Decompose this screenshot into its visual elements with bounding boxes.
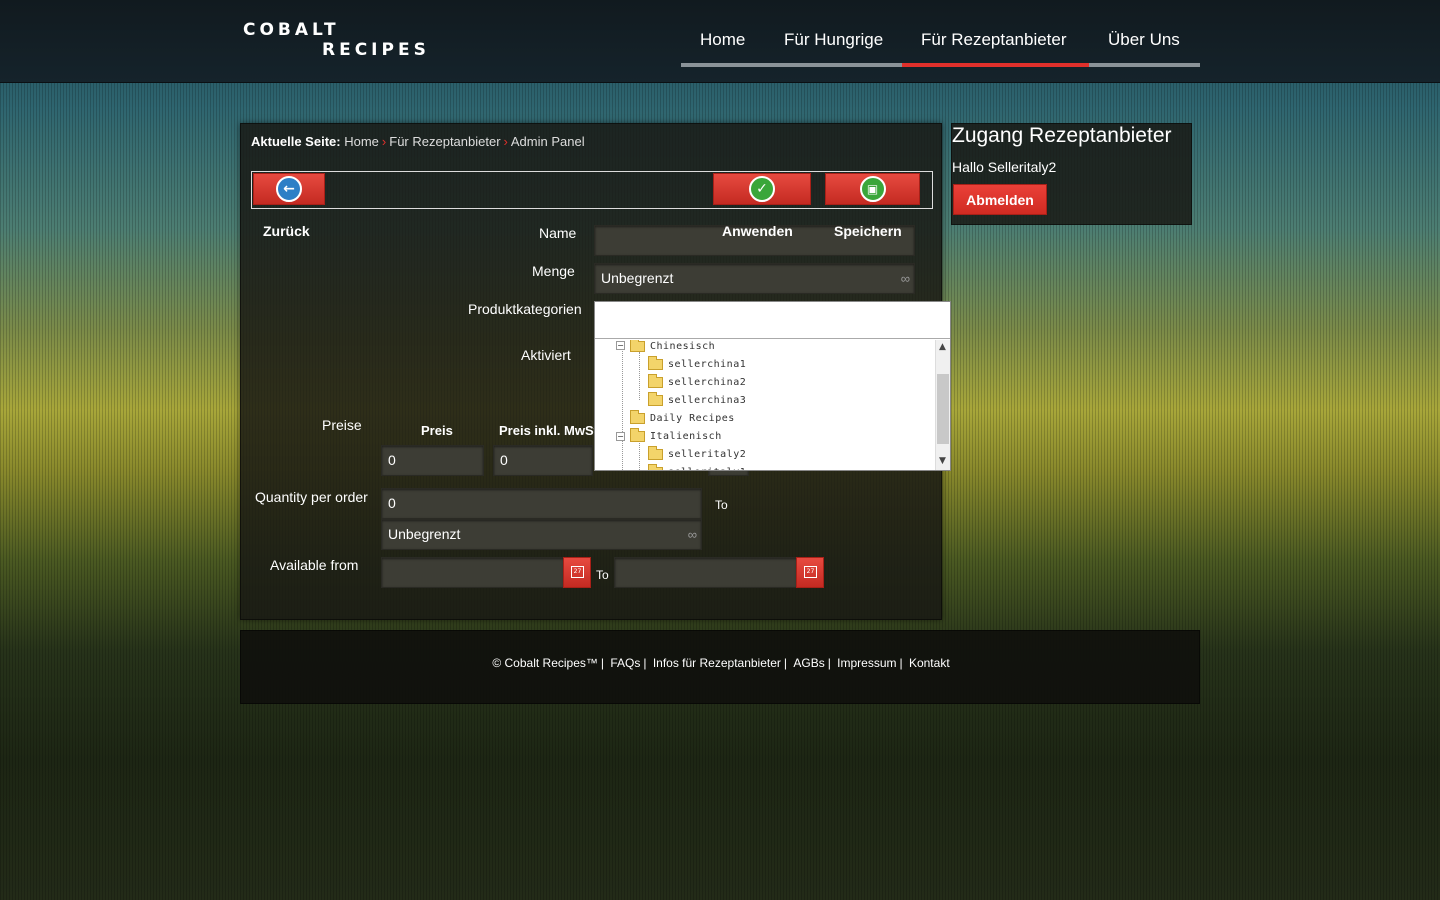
menge-value: Unbegrenzt (601, 270, 674, 286)
folder-icon (630, 427, 645, 442)
preis-inkl-header: Preis inkl. MwSt (499, 423, 598, 438)
quantity-from-field[interactable]: 0 (381, 488, 702, 519)
tree-node-sellerchina3[interactable]: sellerchina3 (648, 391, 746, 409)
tree-node-daily-recipes[interactable]: Daily Recipes (630, 409, 735, 427)
category-search-input[interactable] (595, 302, 950, 339)
calendar-icon: 27 (571, 566, 584, 578)
available-from-label: Available from (270, 557, 359, 573)
footer-links: © Cobalt Recipes™ | FAQs | Infos für Rezep… (492, 656, 950, 670)
action-toolbar: ← ✓ ▣ (251, 171, 933, 209)
folder-icon (648, 445, 663, 460)
folder-icon (630, 340, 645, 352)
menge-field[interactable]: Unbegrenzt ∞ (594, 263, 915, 294)
category-tree-dropdown: − Chinesisch sellerchina1 sellerchina2 s… (594, 301, 951, 471)
breadcrumb-separator-icon: › (381, 134, 387, 149)
tree-node-selleritaly2[interactable]: selleritaly2 (648, 445, 746, 463)
footer-link-faqs[interactable]: FAQs (610, 656, 640, 670)
breadcrumb-home[interactable]: Home (344, 134, 379, 149)
nav-fuer-hungrige[interactable]: Für Hungrige (784, 30, 883, 50)
breadcrumb-separator-icon: › (503, 134, 508, 149)
quantity-to-label: To (715, 498, 728, 512)
logo-line-1: COBALT (243, 20, 340, 40)
breadcrumb-admin-panel: Admin Panel (510, 134, 585, 149)
footer-link-impressum[interactable]: Impressum (837, 656, 896, 670)
infinity-icon[interactable]: ∞ (688, 527, 697, 542)
logo-line-2: RECIPES (322, 40, 430, 60)
quantity-to-value: Unbegrenzt (388, 526, 461, 542)
scroll-down-icon[interactable]: ▼ (939, 456, 946, 466)
preis-header: Preis (421, 423, 453, 438)
footer-copyright: © Cobalt Recipes™ (492, 656, 598, 670)
tree-node-chinesisch[interactable]: Chinesisch (630, 340, 715, 355)
available-to-field[interactable] (614, 557, 798, 588)
quantity-to-field[interactable]: Unbegrenzt ∞ (381, 519, 702, 550)
footer-link-kontakt[interactable]: Kontakt (909, 656, 950, 670)
tree-connector (622, 346, 623, 470)
available-to-label: To (596, 568, 609, 582)
back-arrow-icon: ← (276, 176, 302, 202)
nav-ueber-uns[interactable]: Über Uns (1108, 30, 1180, 50)
menge-label: Menge (532, 263, 575, 279)
preis-field[interactable]: 0 (381, 445, 484, 476)
tree-scrollbar[interactable]: ▲ ▼ (935, 340, 950, 470)
name-label: Name (539, 225, 577, 241)
nav-active-indicator (902, 63, 1089, 67)
tree-node-sellerchina2[interactable]: sellerchina2 (648, 373, 746, 391)
available-from-field[interactable] (381, 557, 565, 588)
calendar-icon: 27 (804, 566, 817, 578)
sidebar-title: Zugang Rezeptanbieter (952, 124, 1172, 147)
breadcrumb-rezeptanbieter[interactable]: Für Rezeptanbieter (389, 134, 500, 149)
apply-button[interactable]: ✓ (713, 173, 811, 205)
login-sidebar: Zugang Rezeptanbieter Hallo Selleritaly2… (951, 123, 1192, 225)
calendar-from-button[interactable]: 27 (563, 557, 591, 588)
checkmark-icon: ✓ (749, 176, 775, 202)
nav-home[interactable]: Home (700, 30, 745, 50)
footer-link-infos[interactable]: Infos für Rezeptanbieter (653, 656, 781, 670)
folder-icon (648, 373, 663, 388)
produktkategorien-label: Produktkategorien (468, 301, 582, 317)
site-footer: © Cobalt Recipes™ | FAQs | Infos für Rezep… (240, 630, 1200, 704)
quantity-per-order-label: Quantity per order (255, 489, 368, 505)
site-logo[interactable]: COBALT RECIPES (243, 20, 430, 60)
tree-connector (639, 352, 640, 400)
aktiviert-label: Aktiviert (521, 347, 571, 363)
tree-connector (639, 443, 640, 470)
breadcrumb-prefix: Aktuelle Seite: (251, 134, 341, 149)
main-nav: Home Für Hungrige Für Rezeptanbieter Übe… (681, 30, 1200, 68)
scroll-thumb[interactable] (937, 374, 949, 444)
collapse-toggle-icon[interactable]: − (616, 341, 625, 350)
folder-icon (630, 409, 645, 424)
tree-node-selleritaly1[interactable]: selleritaly1 (648, 463, 746, 470)
save-button[interactable]: ▣ (825, 173, 920, 205)
folder-icon (648, 355, 663, 370)
folder-icon (648, 463, 663, 470)
apply-label[interactable]: Anwenden (722, 223, 793, 239)
back-label[interactable]: Zurück (263, 223, 310, 239)
infinity-icon[interactable]: ∞ (901, 271, 910, 286)
scroll-up-icon[interactable]: ▲ (939, 342, 946, 352)
floppy-disk-icon: ▣ (859, 176, 886, 202)
logout-button[interactable]: Abmelden (953, 184, 1047, 215)
category-tree-list: − Chinesisch sellerchina1 sellerchina2 s… (595, 340, 935, 470)
tree-node-italienisch[interactable]: Italienisch (630, 427, 722, 445)
breadcrumb: Aktuelle Seite: Home › Für Rezeptanbieter ›… (251, 134, 585, 149)
greeting-text: Hallo Selleritaly2 (952, 159, 1057, 175)
collapse-toggle-icon[interactable]: − (616, 432, 625, 441)
site-header: COBALT RECIPES Home Für Hungrige Für Rez… (0, 0, 1440, 83)
footer-link-agbs[interactable]: AGBs (793, 656, 824, 670)
folder-icon (648, 391, 663, 406)
calendar-to-button[interactable]: 27 (796, 557, 824, 588)
preise-label: Preise (322, 417, 362, 433)
save-label[interactable]: Speichern (834, 223, 902, 239)
back-button[interactable]: ← (253, 173, 325, 205)
tree-node-sellerchina1[interactable]: sellerchina1 (648, 355, 746, 373)
preis-inkl-field[interactable]: 0 (493, 445, 593, 476)
nav-fuer-rezeptanbieter[interactable]: Für Rezeptanbieter (921, 30, 1067, 50)
